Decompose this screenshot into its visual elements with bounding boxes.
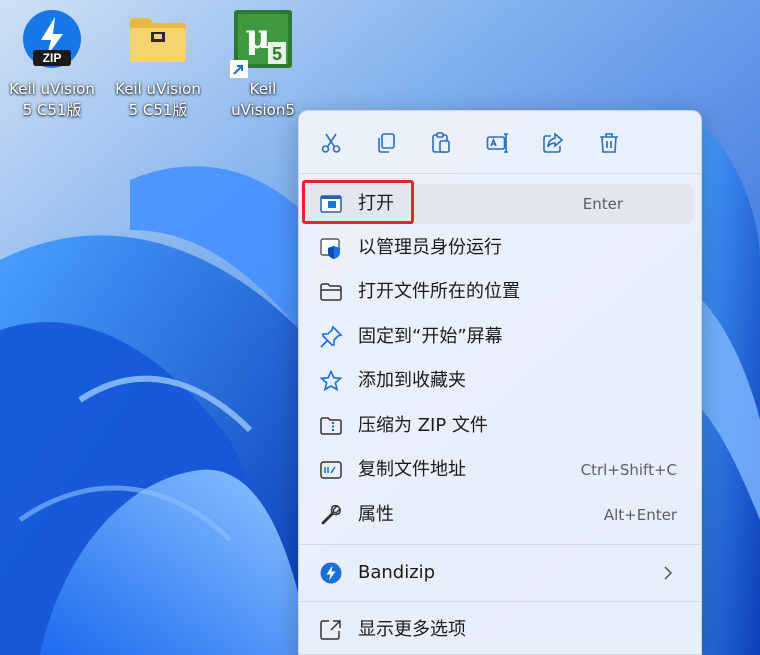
rename-button[interactable] <box>479 125 515 161</box>
menu-item-label: 添加到收藏夹 <box>358 370 466 391</box>
uvision-logo-version: 5 <box>272 44 282 64</box>
wrench-icon <box>319 503 343 527</box>
menu-item-copy-path[interactable]: 复制文件地址 Ctrl+Shift+C <box>303 450 693 490</box>
share-button[interactable] <box>535 125 571 161</box>
menu-item-label: 压缩为 ZIP 文件 <box>358 415 488 436</box>
menu-item-show-more-options[interactable]: 显示更多选项 <box>303 610 693 650</box>
rename-icon <box>486 133 508 153</box>
shield-window-icon <box>319 236 343 260</box>
menu-item-label: 以管理员身份运行 <box>358 237 502 258</box>
desktop-icon-keil-uvision5[interactable]: μ 5 Keil uVision5 <box>214 8 312 121</box>
desktop-icon-label: Keil uVision5 <box>231 80 295 119</box>
menu-item-open-file-location[interactable]: 打开文件所在的位置 <box>303 272 693 312</box>
menu-item-label: 属性 <box>358 504 394 525</box>
paste-icon <box>432 132 450 153</box>
star-icon <box>319 369 343 393</box>
menu-item-run-as-admin[interactable]: 以管理员身份运行 <box>303 228 693 268</box>
bandizip-zip-icon: ZIP <box>21 8 83 70</box>
highlight-box <box>302 180 414 224</box>
desktop-icon-label: Keil uVision 5 C51版 <box>115 80 201 119</box>
menu-item-add-to-favorites[interactable]: 添加到收藏夹 <box>303 361 693 401</box>
zip-folder-icon <box>319 414 343 438</box>
menu-item-shortcut: Ctrl+Shift+C <box>580 461 677 479</box>
desktop-icon-label: Keil uVision 5 C51版 <box>9 80 95 119</box>
menu-item-label: 复制文件地址 <box>358 459 466 480</box>
delete-button[interactable] <box>591 125 627 161</box>
menu-item-label: 显示更多选项 <box>358 619 466 640</box>
menu-item-compress-zip[interactable]: 压缩为 ZIP 文件 <box>303 406 693 446</box>
copy-icon <box>378 133 395 153</box>
folder-icon <box>319 280 343 304</box>
menu-item-label: 打开文件所在的位置 <box>358 281 520 302</box>
menu-item-label: 固定到“开始”屏幕 <box>358 326 503 347</box>
menu-separator <box>299 173 701 174</box>
cut-button[interactable] <box>313 125 349 161</box>
desktop-icon-keil-zip[interactable]: ZIP Keil uVision 5 C51版 <box>3 8 101 121</box>
chevron-right-icon <box>664 566 673 580</box>
menu-item-shortcut: Enter <box>582 195 623 213</box>
cut-icon <box>321 133 341 153</box>
copy-button[interactable] <box>368 125 404 161</box>
menu-item-properties[interactable]: 属性 Alt+Enter <box>303 495 693 535</box>
menu-separator <box>299 544 701 545</box>
more-options-icon <box>319 618 343 642</box>
share-icon <box>543 132 564 153</box>
paste-button[interactable] <box>423 125 459 161</box>
menu-item-shortcut: Alt+Enter <box>603 506 677 524</box>
shortcut-arrow-icon <box>230 60 248 78</box>
context-menu-toolbar <box>299 125 701 161</box>
menu-item-bandizip[interactable]: Bandizip <box>303 553 693 593</box>
menu-separator <box>299 601 701 602</box>
bandizip-icon <box>319 561 343 585</box>
pin-icon <box>319 325 343 349</box>
zip-badge-text: ZIP <box>43 51 62 65</box>
menu-item-pin-to-start[interactable]: 固定到“开始”屏幕 <box>303 317 693 357</box>
menu-item-label: Bandizip <box>358 562 436 583</box>
folder-icon <box>127 8 189 70</box>
desktop-icon-keil-folder[interactable]: Keil uVision 5 C51版 <box>109 8 207 121</box>
copy-path-icon <box>319 458 343 482</box>
uvision-logo-icon: μ 5 <box>230 8 294 78</box>
delete-icon <box>600 133 618 153</box>
uvision-logo-mu: μ <box>246 17 271 57</box>
